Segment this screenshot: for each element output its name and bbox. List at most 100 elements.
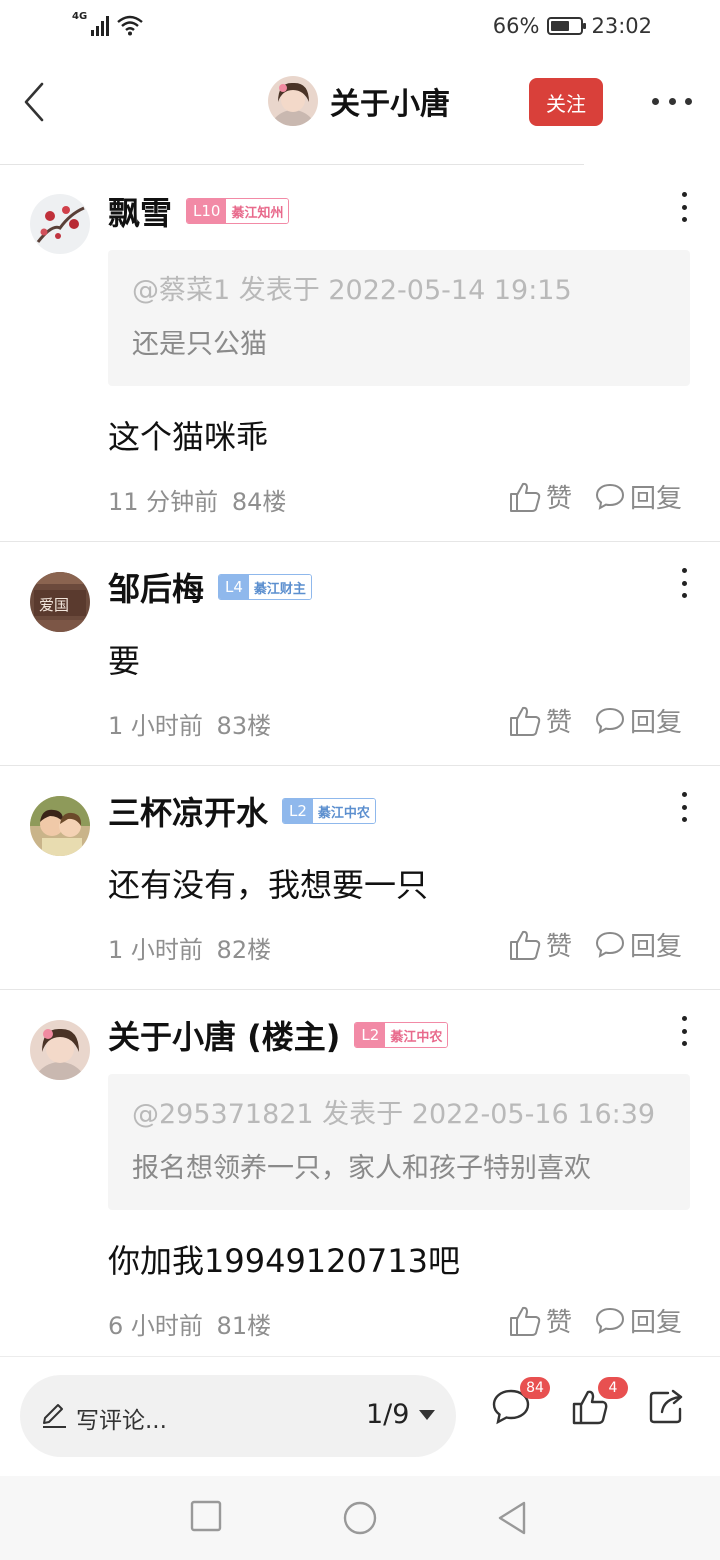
username[interactable]: 关于小唐 (楼主) (108, 1012, 340, 1058)
battery-icon (547, 17, 587, 35)
rank-label: 綦江中农 (385, 1023, 448, 1047)
home-circle-icon[interactable] (342, 1500, 378, 1536)
comment-count-badge: 84 (520, 1377, 550, 1399)
speech-bubble-icon (596, 707, 625, 734)
username[interactable]: 飘雪 (108, 188, 172, 234)
like-post-button[interactable]: 4 (570, 1377, 628, 1433)
comment-item: 飘雪 L10 綦江知州 @蔡菜1 发表于 2022-05-14 19:15 还是… (0, 166, 720, 542)
like-label: 赞 (546, 932, 573, 962)
write-comment-input[interactable]: 写评论... 1/9 (20, 1375, 456, 1457)
back-triangle-icon[interactable] (496, 1500, 528, 1536)
header-divider (0, 164, 584, 165)
pencil-icon (43, 1404, 66, 1428)
more-horizontal-icon[interactable] (652, 94, 692, 108)
reply-button[interactable]: 回复 (594, 926, 682, 963)
level-badge: L2 綦江中农 (354, 1022, 449, 1048)
more-vertical-icon[interactable] (674, 792, 694, 822)
floor-number: 83楼 (216, 712, 272, 740)
back-button[interactable] (14, 78, 54, 126)
comment-meta: 11 分钟前 84楼 (108, 482, 286, 517)
like-count-badge: 4 (598, 1377, 628, 1399)
like-label: 赞 (546, 708, 573, 738)
more-vertical-icon[interactable] (674, 1016, 694, 1046)
thumbs-up-icon (510, 482, 541, 512)
level-badge: L2 綦江中农 (282, 798, 376, 824)
quoted-reply[interactable]: @蔡菜1 发表于 2022-05-14 19:15 还是只公猫 (108, 250, 690, 386)
avatar[interactable]: 爱国 (30, 572, 90, 632)
speech-bubble-icon (596, 483, 625, 510)
share-icon (649, 1389, 683, 1424)
rank-label: 綦江中农 (312, 799, 375, 823)
speech-bubble-icon (596, 1307, 625, 1334)
comments-button[interactable]: 84 (490, 1377, 550, 1433)
write-comment-placeholder: 写评论... (76, 1408, 167, 1434)
page-title: 关于小唐 (330, 87, 450, 122)
rank-label: 綦江知州 (226, 199, 289, 223)
avatar[interactable] (30, 1020, 90, 1080)
like-button[interactable]: 赞 (508, 702, 572, 739)
reply-button[interactable]: 回复 (594, 1302, 682, 1339)
more-vertical-icon[interactable] (674, 568, 694, 598)
caret-down-icon (419, 1409, 436, 1420)
svg-text:爱国: 爱国 (39, 596, 69, 614)
comment-item: 三杯凉开水 L2 綦江中农 还有没有，我想要一只 1 小时前 82楼 赞 回复 (0, 766, 720, 990)
comment-text: 你加我19949120713吧 (108, 1242, 460, 1280)
floor-number: 82楼 (216, 936, 272, 964)
comment-meta: 1 小时前 83楼 (108, 706, 271, 741)
comment-item: 关于小唐 (楼主) L2 綦江中农 @295371821 发表于 2022-05… (0, 990, 720, 1356)
like-button[interactable]: 赞 (508, 1302, 572, 1339)
reply-label: 回复 (630, 484, 683, 514)
page-selector[interactable]: 1/9 (366, 1399, 436, 1430)
avatar[interactable] (30, 796, 90, 856)
quoted-reply[interactable]: @295371821 发表于 2022-05-16 16:39 报名想领养一只，… (108, 1074, 690, 1210)
thumbs-up-icon (510, 1306, 541, 1336)
comment-text: 还有没有，我想要一只 (108, 866, 429, 904)
status-right: 66% 23:02 (493, 14, 652, 38)
level-badge: L4 綦江财主 (218, 574, 312, 600)
more-vertical-icon[interactable] (674, 192, 694, 222)
header: 关于小唐 关注 (0, 56, 720, 166)
thumbs-up-icon (510, 706, 541, 736)
chevron-left-icon (24, 82, 44, 122)
like-button[interactable]: 赞 (508, 478, 572, 515)
share-button[interactable] (646, 1387, 692, 1433)
page-indicator: 1/9 (366, 1399, 410, 1430)
reply-label: 回复 (630, 932, 683, 962)
reply-button[interactable]: 回复 (594, 478, 682, 515)
level-label: L2 (355, 1023, 386, 1047)
clock: 23:02 (591, 14, 652, 38)
reply-label: 回复 (630, 1308, 683, 1338)
level-label: L10 (187, 199, 227, 223)
like-button[interactable]: 赞 (508, 926, 572, 963)
recents-square-icon[interactable] (190, 1500, 222, 1532)
wifi-icon (117, 15, 143, 36)
reply-button[interactable]: 回复 (594, 702, 682, 739)
status-bar: 4G 66% 23:02 (0, 0, 720, 56)
comment-time: 1 小时前 (108, 712, 203, 740)
reply-label: 回复 (630, 708, 683, 738)
avatar[interactable] (30, 194, 90, 254)
follow-button[interactable]: 关注 (529, 78, 603, 126)
bottom-bar: 写评论... 1/9 84 4 (0, 1356, 720, 1476)
floor-number: 84楼 (231, 488, 287, 516)
avatar (268, 76, 318, 126)
comment-time: 6 小时前 (108, 1312, 203, 1340)
status-left: 4G (72, 12, 143, 36)
username[interactable]: 邹后梅 (108, 564, 204, 610)
comment-time: 1 小时前 (108, 936, 203, 964)
speech-bubble-icon (596, 931, 625, 958)
comment-meta: 1 小时前 82楼 (108, 930, 271, 965)
like-label: 赞 (546, 484, 573, 514)
quote-header: @295371821 发表于 2022-05-16 16:39 (132, 1099, 656, 1130)
username[interactable]: 三杯凉开水 (108, 788, 268, 834)
comment-text: 这个猫咪乖 (108, 418, 269, 456)
like-label: 赞 (546, 1308, 573, 1338)
header-user[interactable]: 关于小唐 (268, 76, 450, 126)
battery-percent: 66% (492, 14, 540, 38)
comment-item: 爱国 邹后梅 L4 綦江财主 要 1 小时前 83楼 赞 回复 (0, 542, 720, 766)
system-nav-bar (0, 1476, 720, 1560)
floor-number: 81楼 (216, 1312, 272, 1340)
rank-label: 綦江财主 (248, 575, 311, 599)
level-label: L4 (219, 575, 249, 599)
quote-header: @蔡菜1 发表于 2022-05-14 19:15 (132, 275, 572, 306)
